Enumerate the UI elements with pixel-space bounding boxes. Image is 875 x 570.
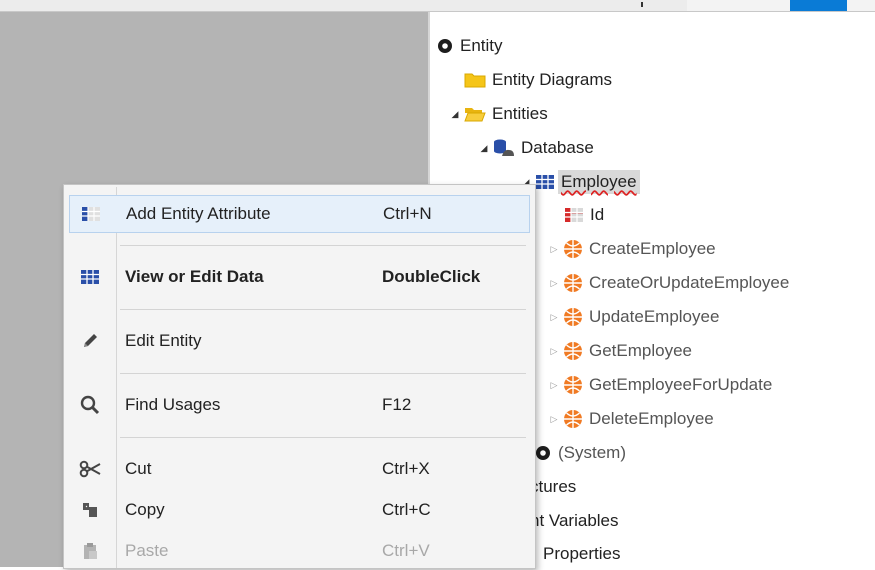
menu-separator	[120, 373, 526, 374]
action-icon	[564, 410, 582, 428]
tree-node-label: Properties	[543, 544, 621, 563]
tree-node-label: Id	[590, 205, 605, 224]
menu-item-paste[interactable]: Paste Ctrl+V	[69, 532, 530, 570]
menu-item-add-entity-attribute[interactable]: Add Entity Attribute Ctrl+N	[69, 195, 530, 233]
view-data-icon	[77, 269, 103, 285]
toolbar-left-area	[0, 0, 687, 11]
tree-node-label: UpdateEmployee	[589, 307, 720, 326]
action-icon	[564, 342, 582, 360]
pencil-icon	[77, 332, 103, 350]
tree-node-system[interactable]: (System)	[534, 438, 626, 468]
tree-node-label: nt Variables	[530, 511, 619, 530]
tree-node-action[interactable]: ▷ GetEmployee	[548, 336, 692, 366]
circle-icon	[536, 446, 550, 460]
tree-node-attribute-id[interactable]: Id	[564, 200, 604, 230]
menu-separator	[120, 309, 526, 310]
menu-item-shortcut: Ctrl+N	[383, 204, 432, 223]
menu-item-copy[interactable]: Copy Ctrl+C	[69, 491, 530, 529]
menu-item-shortcut: Ctrl+V	[382, 541, 430, 560]
menu-item-shortcut: DoubleClick	[382, 267, 481, 286]
tree-node-action[interactable]: ▷ DeleteEmployee	[548, 404, 714, 434]
tree-node-variables[interactable]: nt Variables	[530, 506, 619, 536]
identifier-icon	[565, 208, 583, 222]
top-toolbar	[0, 0, 875, 12]
tree-node-label: CreateOrUpdateEmployee	[589, 273, 790, 292]
database-icon	[494, 139, 514, 156]
tree-node-label: GetEmployee	[589, 341, 692, 360]
menu-item-shortcut: Ctrl+C	[382, 500, 431, 519]
tree-node-label: (System)	[558, 443, 626, 462]
copy-icon	[77, 501, 103, 519]
tree-node-label: CreateEmployee	[589, 239, 716, 258]
menu-item-label: Edit Entity	[125, 331, 202, 350]
tree-node-database[interactable]: ◢ Database	[478, 133, 594, 163]
entity-table-icon	[536, 175, 554, 189]
menu-item-edit-entity[interactable]: Edit Entity	[69, 322, 530, 360]
tree-node-action[interactable]: ▷ GetEmployeeForUpdate	[548, 370, 772, 400]
menu-item-label: Cut	[125, 459, 152, 478]
action-icon	[564, 240, 582, 258]
toolbar-marker	[641, 2, 643, 7]
collapse-arrow-icon[interactable]: ▷	[548, 380, 560, 391]
circle-icon	[438, 39, 452, 53]
collapse-arrow-icon[interactable]: ▷	[548, 278, 560, 289]
menu-item-shortcut: Ctrl+X	[382, 459, 430, 478]
collapse-arrow-icon[interactable]: ▷	[548, 346, 560, 357]
collapse-arrow-icon[interactable]: ▷	[548, 414, 560, 425]
expand-arrow-icon[interactable]: ◢	[478, 143, 490, 154]
tree-node-entities[interactable]: ◢ Entities	[449, 99, 548, 129]
tree-node-action[interactable]: ▷ UpdateEmployee	[548, 302, 719, 332]
context-menu: Add Entity Attribute Ctrl+N View or Edit…	[63, 184, 536, 569]
tree-node-employee[interactable]: ◢ Employee	[520, 167, 640, 197]
tree-node-label: Entities	[492, 104, 548, 123]
menu-separator	[120, 437, 526, 438]
tree-node-label: DeleteEmployee	[589, 409, 714, 428]
tree-node-label: Entity	[460, 36, 503, 55]
collapse-arrow-icon[interactable]: ▷	[548, 244, 560, 255]
tree-node-structures[interactable]: ctures	[530, 472, 576, 502]
menu-item-label: Paste	[125, 541, 169, 560]
folder-icon	[464, 73, 486, 88]
tree-node-entity[interactable]: Entity	[436, 31, 503, 61]
tree-node-label: ctures	[530, 477, 577, 496]
menu-item-label: Copy	[125, 500, 165, 519]
expand-arrow-icon[interactable]: ◢	[449, 109, 461, 120]
scissors-icon	[77, 460, 103, 478]
tree-node-label: Employee	[558, 170, 640, 194]
menu-item-label: Find Usages	[125, 395, 221, 414]
action-icon	[564, 376, 582, 394]
tree-node-label: GetEmployeeForUpdate	[589, 375, 773, 394]
action-icon	[564, 308, 582, 326]
tree-node-label: Database	[521, 138, 594, 157]
menu-item-label: View or Edit Data	[125, 267, 264, 286]
menu-item-label: Add Entity Attribute	[126, 204, 271, 223]
menu-item-shortcut: F12	[382, 395, 412, 414]
search-icon	[77, 395, 103, 415]
action-icon	[564, 274, 582, 292]
open-folder-icon	[464, 108, 486, 122]
tree-node-action[interactable]: ▷ CreateOrUpdateEmployee	[548, 268, 789, 298]
collapse-arrow-icon[interactable]: ▷	[548, 312, 560, 323]
add-attribute-icon	[78, 206, 104, 222]
tree-node-entity-diagrams[interactable]: Entity Diagrams	[464, 65, 612, 95]
menu-item-view-or-edit-data[interactable]: View or Edit Data DoubleClick	[69, 258, 530, 296]
menu-separator	[120, 245, 526, 246]
tree-node-action[interactable]: ▷ CreateEmployee	[548, 234, 716, 264]
toolbar-accent-tab[interactable]	[790, 0, 847, 11]
tree-node-label: Entity Diagrams	[492, 70, 612, 89]
paste-icon	[77, 542, 103, 560]
tree-node-properties[interactable]: Properties	[543, 539, 620, 569]
menu-item-find-usages[interactable]: Find Usages F12	[69, 386, 530, 424]
menu-item-cut[interactable]: Cut Ctrl+X	[69, 450, 530, 488]
